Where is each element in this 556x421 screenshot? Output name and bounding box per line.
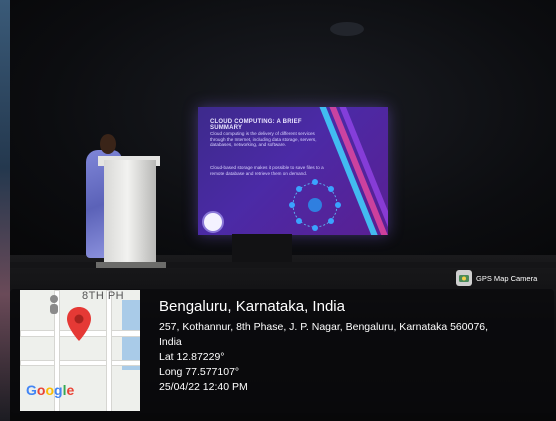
- podium: [104, 160, 156, 266]
- cloud-network-icon: [289, 179, 341, 231]
- slide-bullet: Cloud-based storage makes it possible to…: [210, 165, 324, 176]
- podium-base: [96, 262, 166, 268]
- google-logo: Google: [26, 382, 75, 398]
- street-view-person-icon: [50, 295, 58, 314]
- location-pin-icon: [67, 307, 91, 341]
- projection-screen: CLOUD COMPUTING: A BRIEF SUMMARY Cloud c…: [198, 107, 388, 235]
- map-road: [106, 290, 112, 411]
- location-title: Bengaluru, Karnataka, India: [159, 298, 345, 315]
- latitude: Lat 12.87229°: [159, 351, 225, 363]
- speaker-head: [100, 134, 116, 154]
- gps-map-camera-badge: GPS Map Camera: [456, 269, 554, 287]
- address-line: India: [159, 336, 182, 348]
- slide-logo: [202, 211, 224, 233]
- slide-title: CLOUD COMPUTING: A BRIEF SUMMARY: [210, 119, 302, 131]
- location-info: Bengaluru, Karnataka, India 257, Kothann…: [159, 298, 549, 395]
- map-thumbnail: 8TH PH Google: [20, 290, 140, 411]
- stage-edge: [10, 262, 556, 268]
- map-street-label: 8TH PH: [82, 290, 125, 302]
- camera-app-icon: [456, 270, 472, 286]
- gps-badge-label: GPS Map Camera: [476, 273, 538, 283]
- audience-edge: [0, 0, 10, 421]
- longitude: Long 77.577107°: [159, 366, 240, 378]
- stage-monitor: [232, 234, 292, 264]
- date-time: 25/04/22 12:40 PM: [159, 381, 248, 393]
- ceiling-light: [330, 22, 364, 36]
- address-line: 257, Kothannur, 8th Phase, J. P. Nagar, …: [159, 321, 489, 333]
- map-road: [20, 360, 140, 366]
- slide-bullet: Cloud computing is the delivery of diffe…: [210, 131, 317, 148]
